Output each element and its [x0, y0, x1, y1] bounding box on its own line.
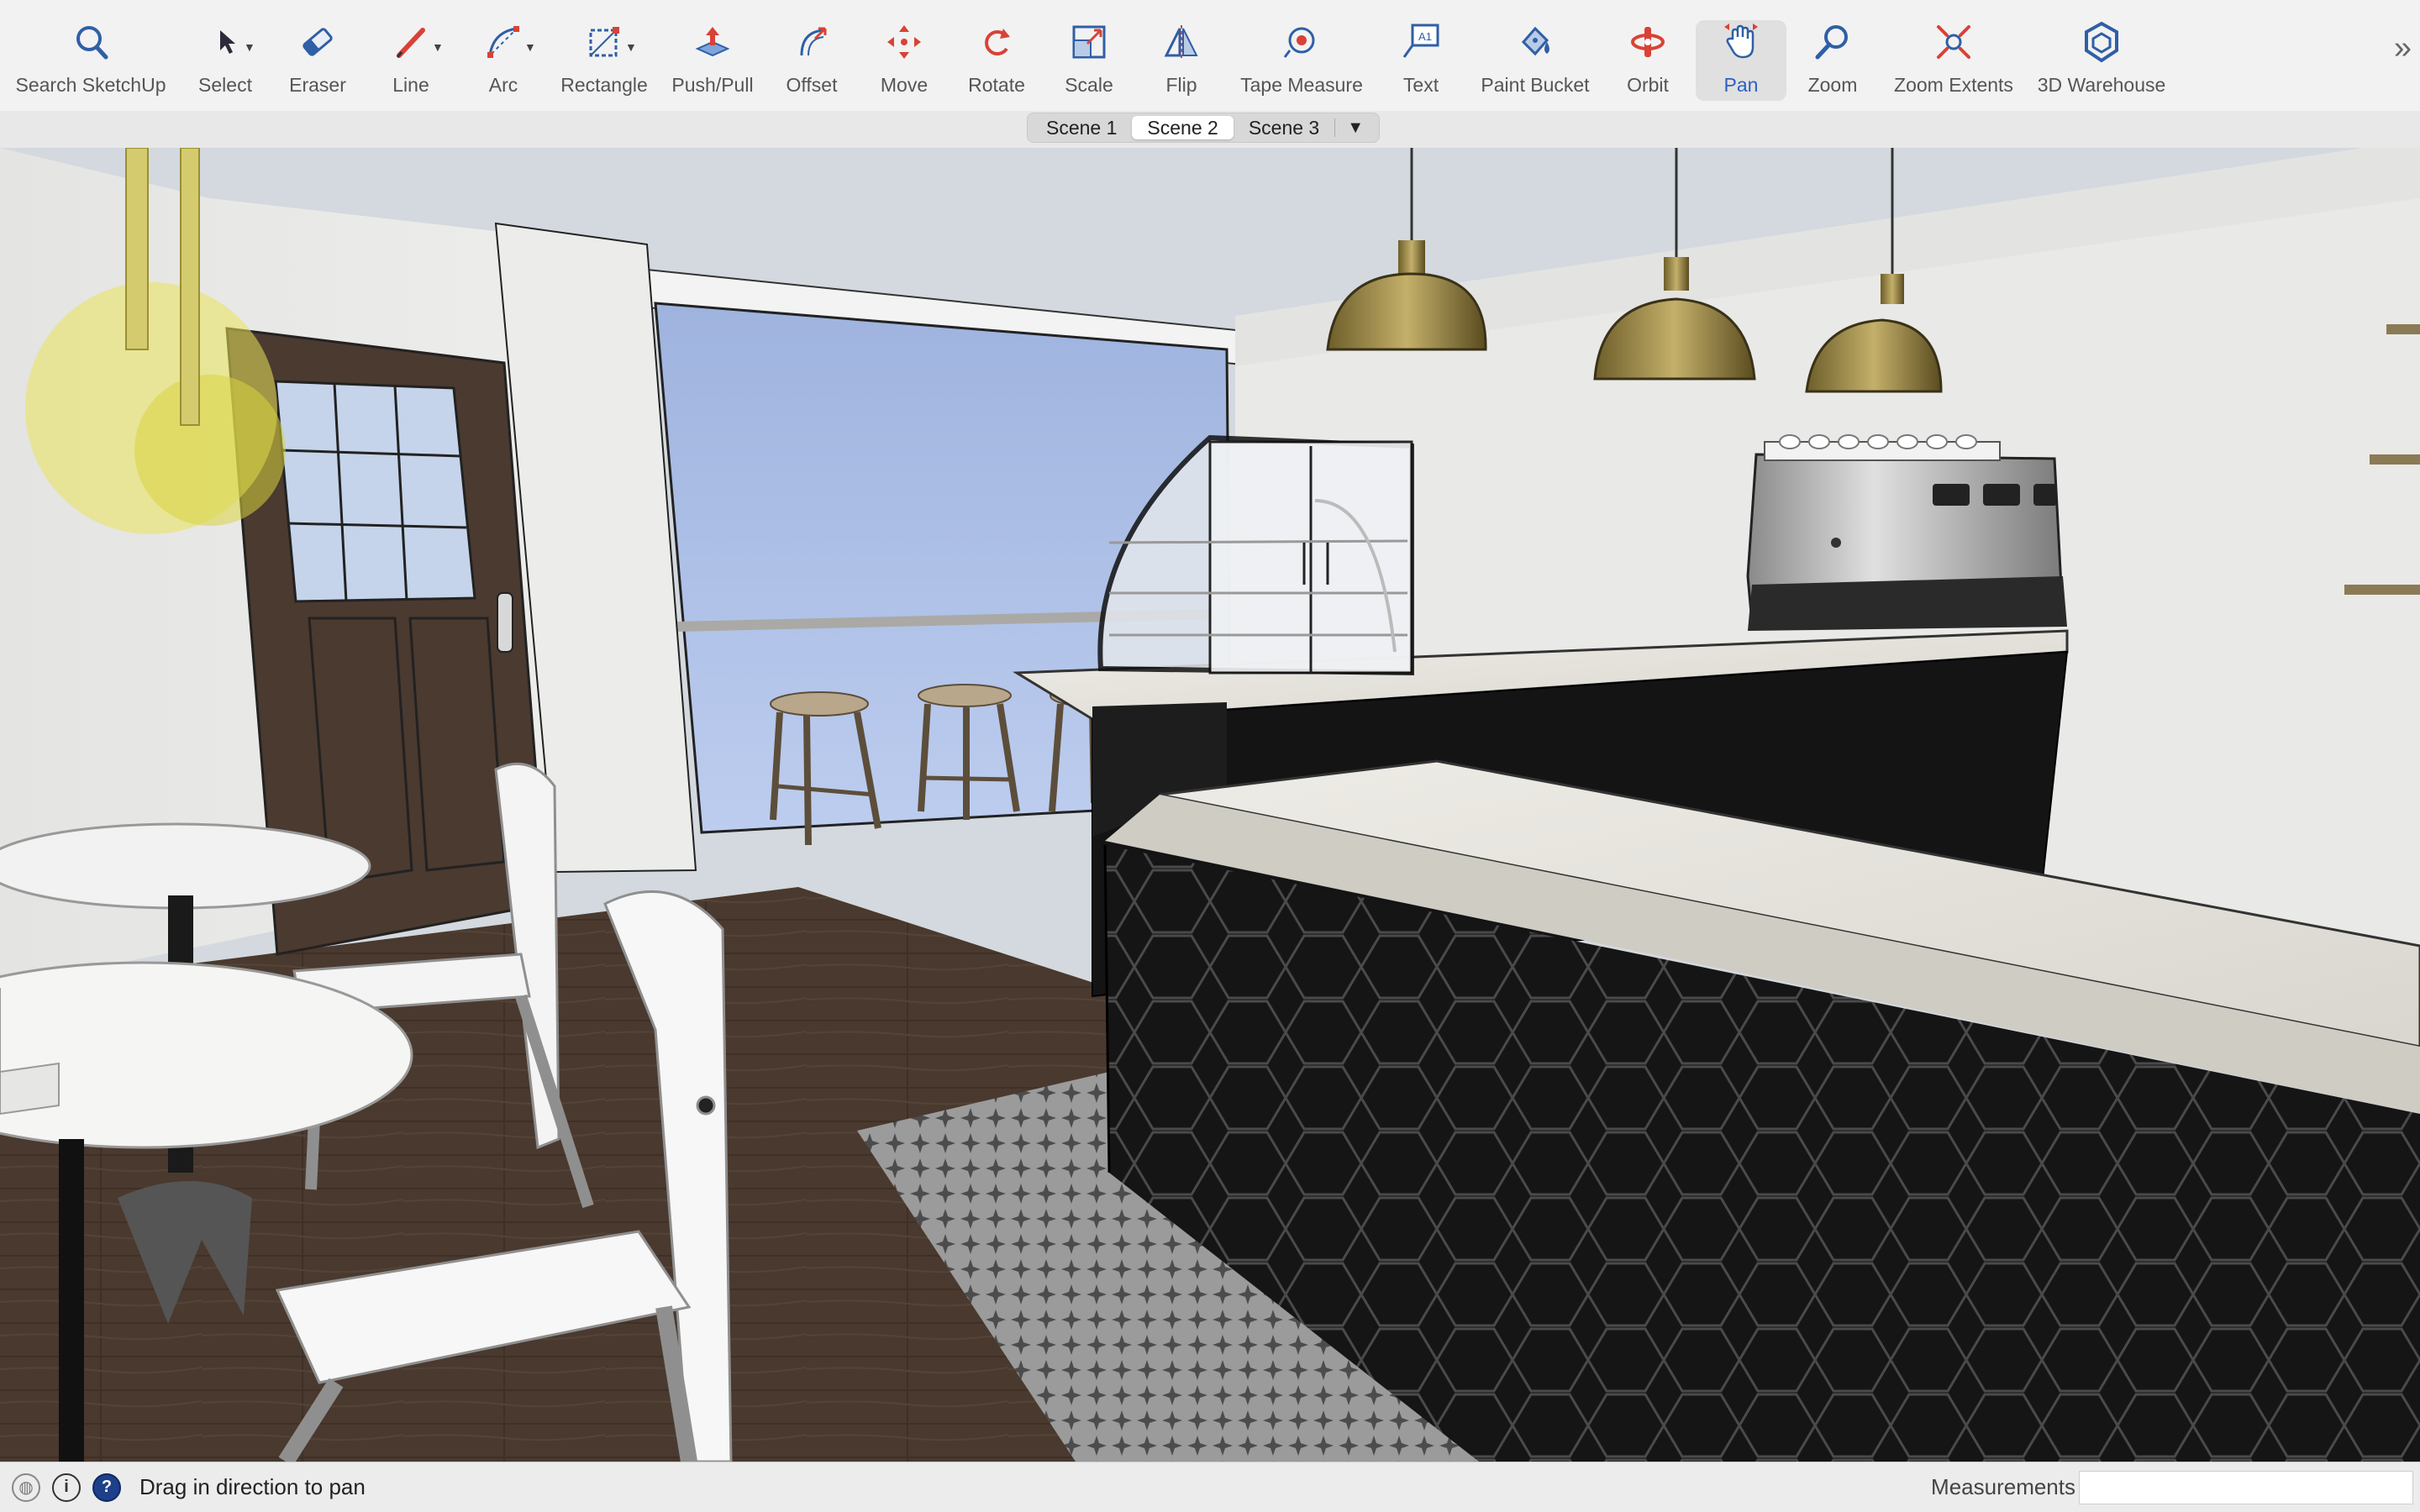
- tool-label: Scale: [1065, 74, 1113, 96]
- svg-text:A1: A1: [1418, 30, 1432, 43]
- tool-offset[interactable]: Offset: [776, 20, 847, 101]
- push-pull-icon: [691, 20, 734, 64]
- text-icon: A1: [1399, 20, 1443, 64]
- tool-label: Offset: [786, 74, 838, 96]
- zoom-icon: [1811, 20, 1854, 64]
- tool-orbit[interactable]: Orbit: [1615, 20, 1681, 101]
- tool-scale[interactable]: Scale: [1055, 20, 1123, 101]
- tool-flip[interactable]: Flip: [1148, 20, 1215, 101]
- tool-select[interactable]: ▼ Select: [187, 20, 264, 101]
- tool-paint-bucket[interactable]: Paint Bucket: [1472, 20, 1598, 101]
- status-bar: ◍ i ? Drag in direction to pan Measureme…: [0, 1462, 2420, 1512]
- status-hint: Drag in direction to pan: [139, 1474, 366, 1499]
- toolbar-overflow-chevron-icon[interactable]: »: [2394, 30, 2412, 66]
- tab-scene-1[interactable]: Scene 1: [1031, 116, 1132, 139]
- tool-tape-measure[interactable]: Tape Measure: [1235, 20, 1368, 101]
- zoom-extents-icon: [1932, 20, 1975, 64]
- paint-bucket-icon: [1513, 20, 1557, 64]
- tool-label: Text: [1402, 74, 1439, 96]
- eraser-icon: [296, 20, 339, 64]
- tool-label: Orbit: [1627, 74, 1669, 96]
- measurements-label: Measurements: [1931, 1474, 2075, 1499]
- move-icon: [882, 20, 926, 64]
- pencil-icon: [389, 20, 433, 64]
- search-icon: [69, 20, 113, 64]
- tool-label: Search SketchUp: [15, 74, 166, 96]
- offset-icon: [790, 20, 834, 64]
- tool-zoom[interactable]: Zoom: [1800, 20, 1865, 101]
- info-icon[interactable]: i: [52, 1473, 81, 1502]
- select-arrow-icon: [203, 20, 247, 64]
- scene-tabs: Scene 1 Scene 2 Scene 3 ▼: [1027, 113, 1381, 143]
- tool-label: Select: [198, 74, 252, 96]
- tool-zoom-extents[interactable]: Zoom Extents: [1882, 20, 2025, 101]
- scenes-menu-chevron-icon[interactable]: ▼: [1335, 118, 1376, 138]
- pan-hand-icon: [1719, 20, 1763, 64]
- model-viewport[interactable]: [0, 148, 2420, 1462]
- tool-label: Rotate: [968, 74, 1025, 96]
- tool-move[interactable]: Move: [871, 20, 938, 101]
- tool-label: Arc: [488, 74, 518, 96]
- scale-icon: [1067, 20, 1111, 64]
- chevron-down-icon[interactable]: ▼: [625, 40, 637, 54]
- tool-pan[interactable]: Pan: [1696, 20, 1786, 101]
- tool-label: Flip: [1165, 74, 1197, 96]
- rotate-icon: [975, 20, 1018, 64]
- tool-label: Eraser: [289, 74, 346, 96]
- chevron-down-icon[interactable]: ▼: [244, 40, 255, 54]
- tool-label: Pan: [1723, 74, 1759, 96]
- chevron-down-icon[interactable]: ▼: [432, 40, 444, 54]
- main-toolbar: Search SketchUp ▼ Select Eraser ▼ Line ▼…: [0, 0, 2420, 111]
- measurements-input[interactable]: [2079, 1471, 2413, 1504]
- tool-label: Rectangle: [560, 74, 648, 96]
- geolocation-icon[interactable]: ◍: [12, 1473, 40, 1502]
- espresso-machine: [1746, 434, 2067, 631]
- tool-eraser[interactable]: Eraser: [284, 20, 351, 101]
- tab-scene-3[interactable]: Scene 3: [1234, 116, 1334, 139]
- tool-label: Move: [880, 74, 929, 96]
- rectangle-icon: [582, 20, 626, 64]
- tool-rotate[interactable]: Rotate: [963, 20, 1030, 101]
- cafe-scene-render: [0, 148, 2420, 1462]
- tab-scene-2[interactable]: Scene 2: [1132, 116, 1234, 139]
- tool-search-sketchup[interactable]: Search SketchUp: [12, 20, 170, 101]
- tool-line[interactable]: ▼ Line: [375, 20, 447, 101]
- help-icon[interactable]: ?: [92, 1473, 121, 1502]
- tool-label: Tape Measure: [1240, 74, 1363, 96]
- tool-push-pull[interactable]: Push/Pull: [669, 20, 756, 101]
- tool-label: Push/Pull: [671, 74, 754, 96]
- chevron-down-icon[interactable]: ▼: [524, 40, 536, 54]
- warehouse-icon: [2080, 20, 2123, 64]
- tool-label: 3D Warehouse: [2037, 74, 2166, 96]
- tape-measure-icon: [1280, 20, 1323, 64]
- tool-3d-warehouse[interactable]: 3D Warehouse: [2033, 20, 2170, 101]
- tool-rectangle[interactable]: ▼ Rectangle: [558, 20, 650, 101]
- tool-arc[interactable]: ▼ Arc: [467, 20, 539, 101]
- tool-label: Paint Bucket: [1481, 74, 1590, 96]
- flip-icon: [1160, 20, 1203, 64]
- arc-icon: [481, 20, 525, 64]
- orbit-icon: [1626, 20, 1670, 64]
- tool-label: Zoom Extents: [1894, 74, 2013, 96]
- tool-label: Zoom: [1807, 74, 1858, 96]
- tool-text[interactable]: A1 Text: [1388, 20, 1454, 101]
- tool-label: Line: [392, 74, 429, 96]
